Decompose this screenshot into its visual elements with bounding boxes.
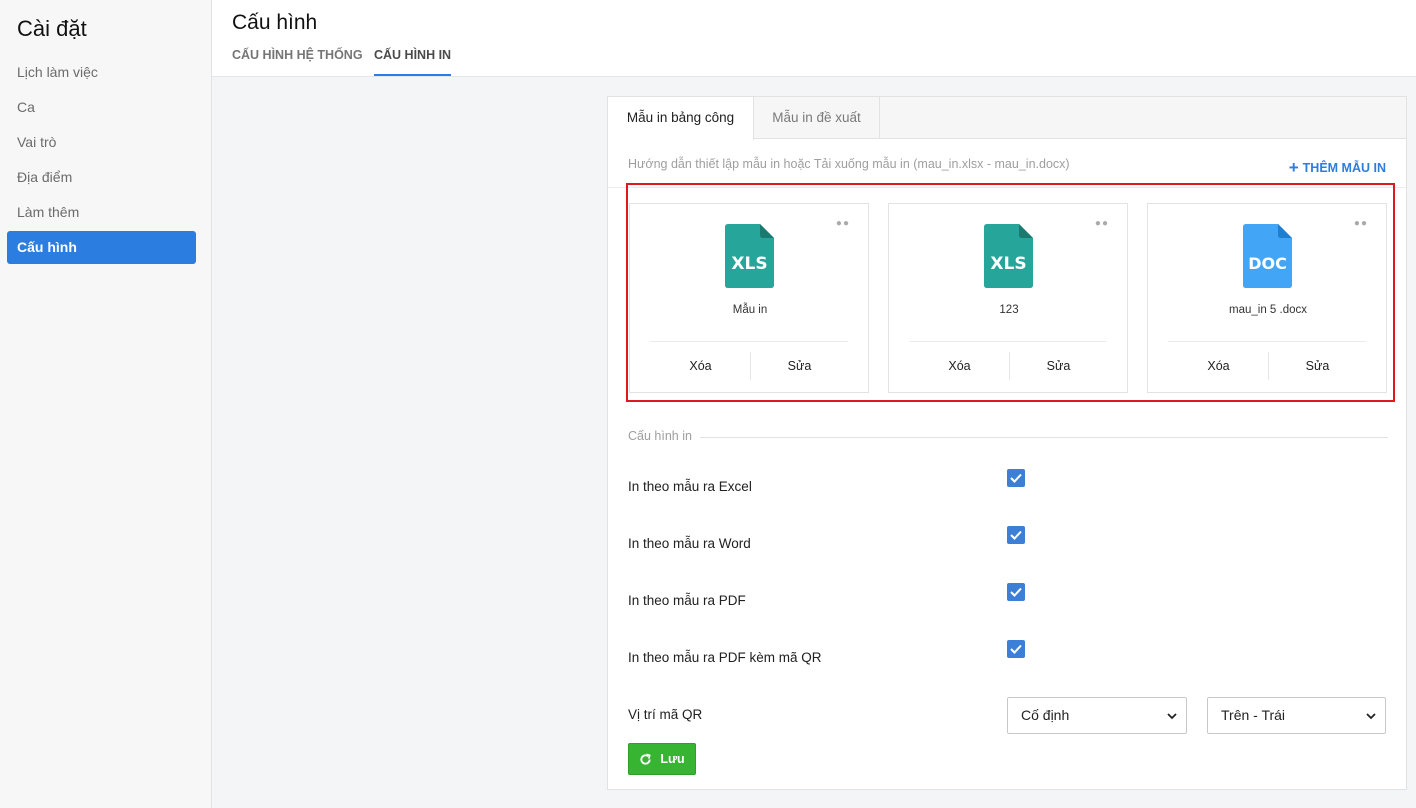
print-config-section-label: Cấu hình in [628, 429, 700, 443]
option-pdf-qr-label: In theo mẫu ra PDF kèm mã QR [628, 650, 822, 665]
option-excel-checkbox[interactable] [1007, 469, 1025, 487]
check-icon [1010, 530, 1022, 540]
chevron-down-icon [1167, 713, 1177, 720]
option-pdf-label: In theo mẫu ra PDF [628, 593, 746, 608]
sidebar-item-work-schedule[interactable]: Lịch làm việc [7, 56, 196, 89]
page-title: Cấu hình [232, 11, 318, 34]
option-pdf-qr-checkbox[interactable] [1007, 640, 1025, 658]
tab-proposal-templates[interactable]: Mẫu in đề xuất [754, 97, 880, 139]
sidebar-item-overtime[interactable]: Làm thêm [7, 196, 196, 229]
sidebar-title: Cài đặt [17, 16, 87, 41]
qr-position-label: Vị trí mã QR [628, 707, 703, 722]
plus-icon: + [1288, 158, 1299, 177]
template-card: ●● XLS 123 Xóa Sửa [888, 203, 1128, 393]
qr-mode-select[interactable]: Cố định [1007, 697, 1187, 734]
qr-mode-value: Cố định [1021, 707, 1070, 723]
panel-tabs: Mẫu in bảng công Mẫu in đề xuất [608, 97, 1406, 140]
template-guide-text[interactable]: Hướng dẫn thiết lập mẫu in hoặc Tải xuốn… [628, 157, 1070, 171]
option-excel-label: In theo mẫu ra Excel [628, 479, 752, 494]
sidebar-item-configuration[interactable]: Cấu hình [7, 231, 196, 264]
option-word-checkbox[interactable] [1007, 526, 1025, 544]
template-name: Mẫu in [732, 304, 768, 316]
delete-template-button[interactable]: Xóa [910, 351, 1009, 381]
edit-template-button[interactable]: Sửa [750, 351, 849, 381]
sidebar: Cài đặt Lịch làm việc Ca Vai trò Địa điể… [0, 0, 212, 808]
xls-file-icon: XLS [984, 224, 1033, 288]
more-options-icon[interactable]: ●● [1354, 218, 1368, 229]
template-name: mau_in 5 .docx [1229, 304, 1307, 316]
xls-icon-label: XLS [731, 254, 767, 274]
page-header: Cấu hình CẤU HÌNH HỆ THỐNG CẤU HÌNH IN [212, 0, 1416, 77]
save-button[interactable]: Lưu [628, 743, 696, 775]
refresh-icon [640, 753, 652, 765]
check-icon [1010, 587, 1022, 597]
sidebar-item-shift[interactable]: Ca [7, 91, 196, 124]
check-icon [1010, 644, 1022, 654]
chevron-down-icon [1366, 713, 1376, 720]
template-name: 123 [999, 304, 1019, 316]
edit-template-button[interactable]: Sửa [1268, 351, 1367, 381]
print-template-panel: Mẫu in bảng công Mẫu in đề xuất Hướng dẫ… [607, 96, 1407, 790]
add-template-label: THÊM MẪU IN [1302, 161, 1386, 175]
option-pdf-checkbox[interactable] [1007, 583, 1025, 601]
more-options-icon[interactable]: ●● [836, 218, 850, 229]
doc-file-icon: DOC [1243, 224, 1292, 288]
delete-template-button[interactable]: Xóa [651, 351, 750, 381]
doc-icon-label: DOC [1248, 254, 1287, 273]
divider [1168, 341, 1366, 342]
save-label: Lưu [660, 752, 685, 766]
tab-print-config[interactable]: CẤU HÌNH IN [374, 48, 452, 76]
divider [650, 341, 848, 342]
qr-corner-select[interactable]: Trên - Trái [1207, 697, 1386, 734]
divider [628, 437, 1388, 438]
sidebar-item-locations[interactable]: Địa điểm [7, 161, 196, 194]
more-options-icon[interactable]: ●● [1095, 218, 1109, 229]
xls-icon-label: XLS [990, 254, 1026, 274]
option-word-label: In theo mẫu ra Word [628, 536, 751, 551]
template-card: ●● DOC mau_in 5 .docx Xóa Sửa [1147, 203, 1387, 393]
divider [909, 341, 1107, 342]
xls-file-icon: XLS [725, 224, 774, 288]
check-icon [1010, 473, 1022, 483]
tab-system-config[interactable]: CẤU HÌNH HỆ THỐNG [232, 48, 363, 74]
template-card: ●● XLS Mẫu in Xóa Sửa [629, 203, 869, 393]
add-template-button[interactable]: + THÊM MẪU IN [1288, 158, 1386, 177]
sidebar-item-roles[interactable]: Vai trò [7, 126, 196, 159]
edit-template-button[interactable]: Sửa [1009, 351, 1108, 381]
qr-corner-value: Trên - Trái [1221, 707, 1286, 723]
delete-template-button[interactable]: Xóa [1169, 351, 1268, 381]
tab-timesheet-templates[interactable]: Mẫu in bảng công [608, 97, 754, 140]
